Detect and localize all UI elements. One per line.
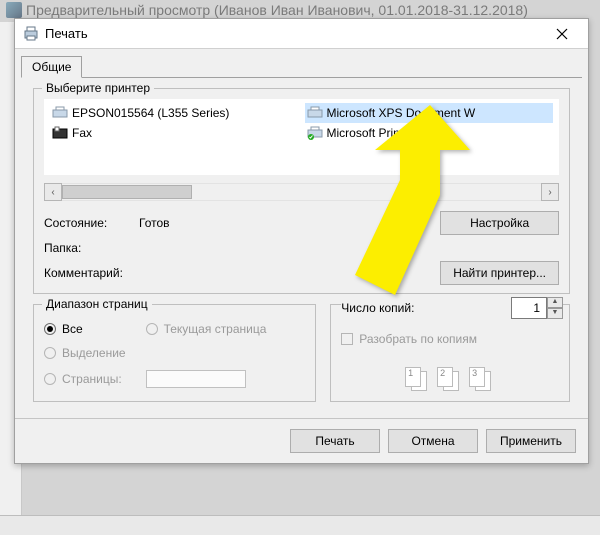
print-button[interactable]: Печать [290,429,380,453]
radio-pages: Страницы: [44,367,126,391]
radio-icon [44,373,56,385]
checkbox-icon [341,333,353,345]
radio-all-label: Все [62,322,83,336]
radio-selection: Выделение [44,343,126,363]
printer-label: Microsoft XPS Document W [327,106,476,120]
scroll-left-icon[interactable]: ‹ [44,183,62,201]
printer-ok-icon [307,126,323,140]
collate-label: Разобрать по копиям [359,332,477,346]
printer-item-epson[interactable]: EPSON015564 (L355 Series) [50,103,299,123]
cancel-button[interactable]: Отмена [388,429,478,453]
printer-icon [23,26,39,42]
copies-spinner[interactable]: ▲ ▼ [511,297,563,319]
close-button[interactable] [542,20,582,48]
fax-icon [52,126,68,140]
printer-icon [52,106,68,120]
radio-icon [146,323,158,335]
collate-check: Разобрать по копиям [341,329,559,349]
radio-current-label: Текущая страница [164,322,267,336]
radio-icon [44,323,56,335]
parent-window-title: Предварительный просмотр (Иванов Иван Ив… [6,2,528,18]
copies-legend: Число копий: ▲ ▼ [341,297,563,319]
printer-label: Microsoft Print to PDF [327,126,444,140]
apply-button[interactable]: Применить [486,429,576,453]
printer-list[interactable]: EPSON015564 (L355 Series) Microsoft XPS … [44,99,559,175]
print-dialog: Печать Общие Выберите принтер EPSON01556… [14,18,589,464]
app-icon [6,2,22,18]
copies-label: Число копий: [341,301,414,315]
close-icon [556,28,568,40]
printer-list-scrollbar[interactable]: ‹ › [44,183,559,201]
dialog-button-row: Печать Отмена Применить [15,418,588,463]
status-label: Состояние: [44,216,139,230]
printer-item-pdf[interactable]: Microsoft Print to PDF [305,123,554,143]
scroll-thumb[interactable] [62,185,192,199]
find-printer-button[interactable]: Найти принтер... [440,261,559,285]
collate-illustration: 11 22 33 [341,367,559,393]
radio-selection-label: Выделение [62,346,126,360]
titlebar: Печать [15,19,588,49]
pages-input [146,370,246,388]
status-value: Готов [139,216,440,230]
radio-icon [44,347,56,359]
scroll-track[interactable] [62,183,541,201]
radio-current: Текущая страница [146,319,306,339]
scroll-right-icon[interactable]: › [541,183,559,201]
dialog-title: Печать [45,26,542,41]
spinner-down-icon[interactable]: ▼ [547,308,563,319]
parent-title-text: Предварительный просмотр (Иванов Иван Ив… [26,2,528,18]
copies-input[interactable] [511,297,547,319]
printer-item-xps[interactable]: Microsoft XPS Document W [305,103,554,123]
printer-groupbox: Выберите принтер EPSON015564 (L355 Serie… [33,88,570,294]
preferences-button[interactable]: Настройка [440,211,559,235]
page-range-groupbox: Диапазон страниц Все Текущая страница [33,304,316,402]
range-legend: Диапазон страниц [42,297,152,311]
copies-groupbox: Число копий: ▲ ▼ [330,304,570,402]
printer-label: Fax [72,126,92,140]
printer-item-fax[interactable]: Fax [50,123,299,143]
printer-icon [307,106,323,120]
tab-general[interactable]: Общие [21,56,82,78]
radio-all[interactable]: Все [44,319,126,339]
printer-legend: Выберите принтер [42,81,154,95]
radio-pages-label: Страницы: [62,372,122,386]
printer-label: EPSON015564 (L355 Series) [72,106,229,120]
spinner-up-icon[interactable]: ▲ [547,297,563,308]
comment-label: Комментарий: [44,266,139,280]
folder-label: Папка: [44,241,139,255]
tab-row: Общие [21,55,582,78]
